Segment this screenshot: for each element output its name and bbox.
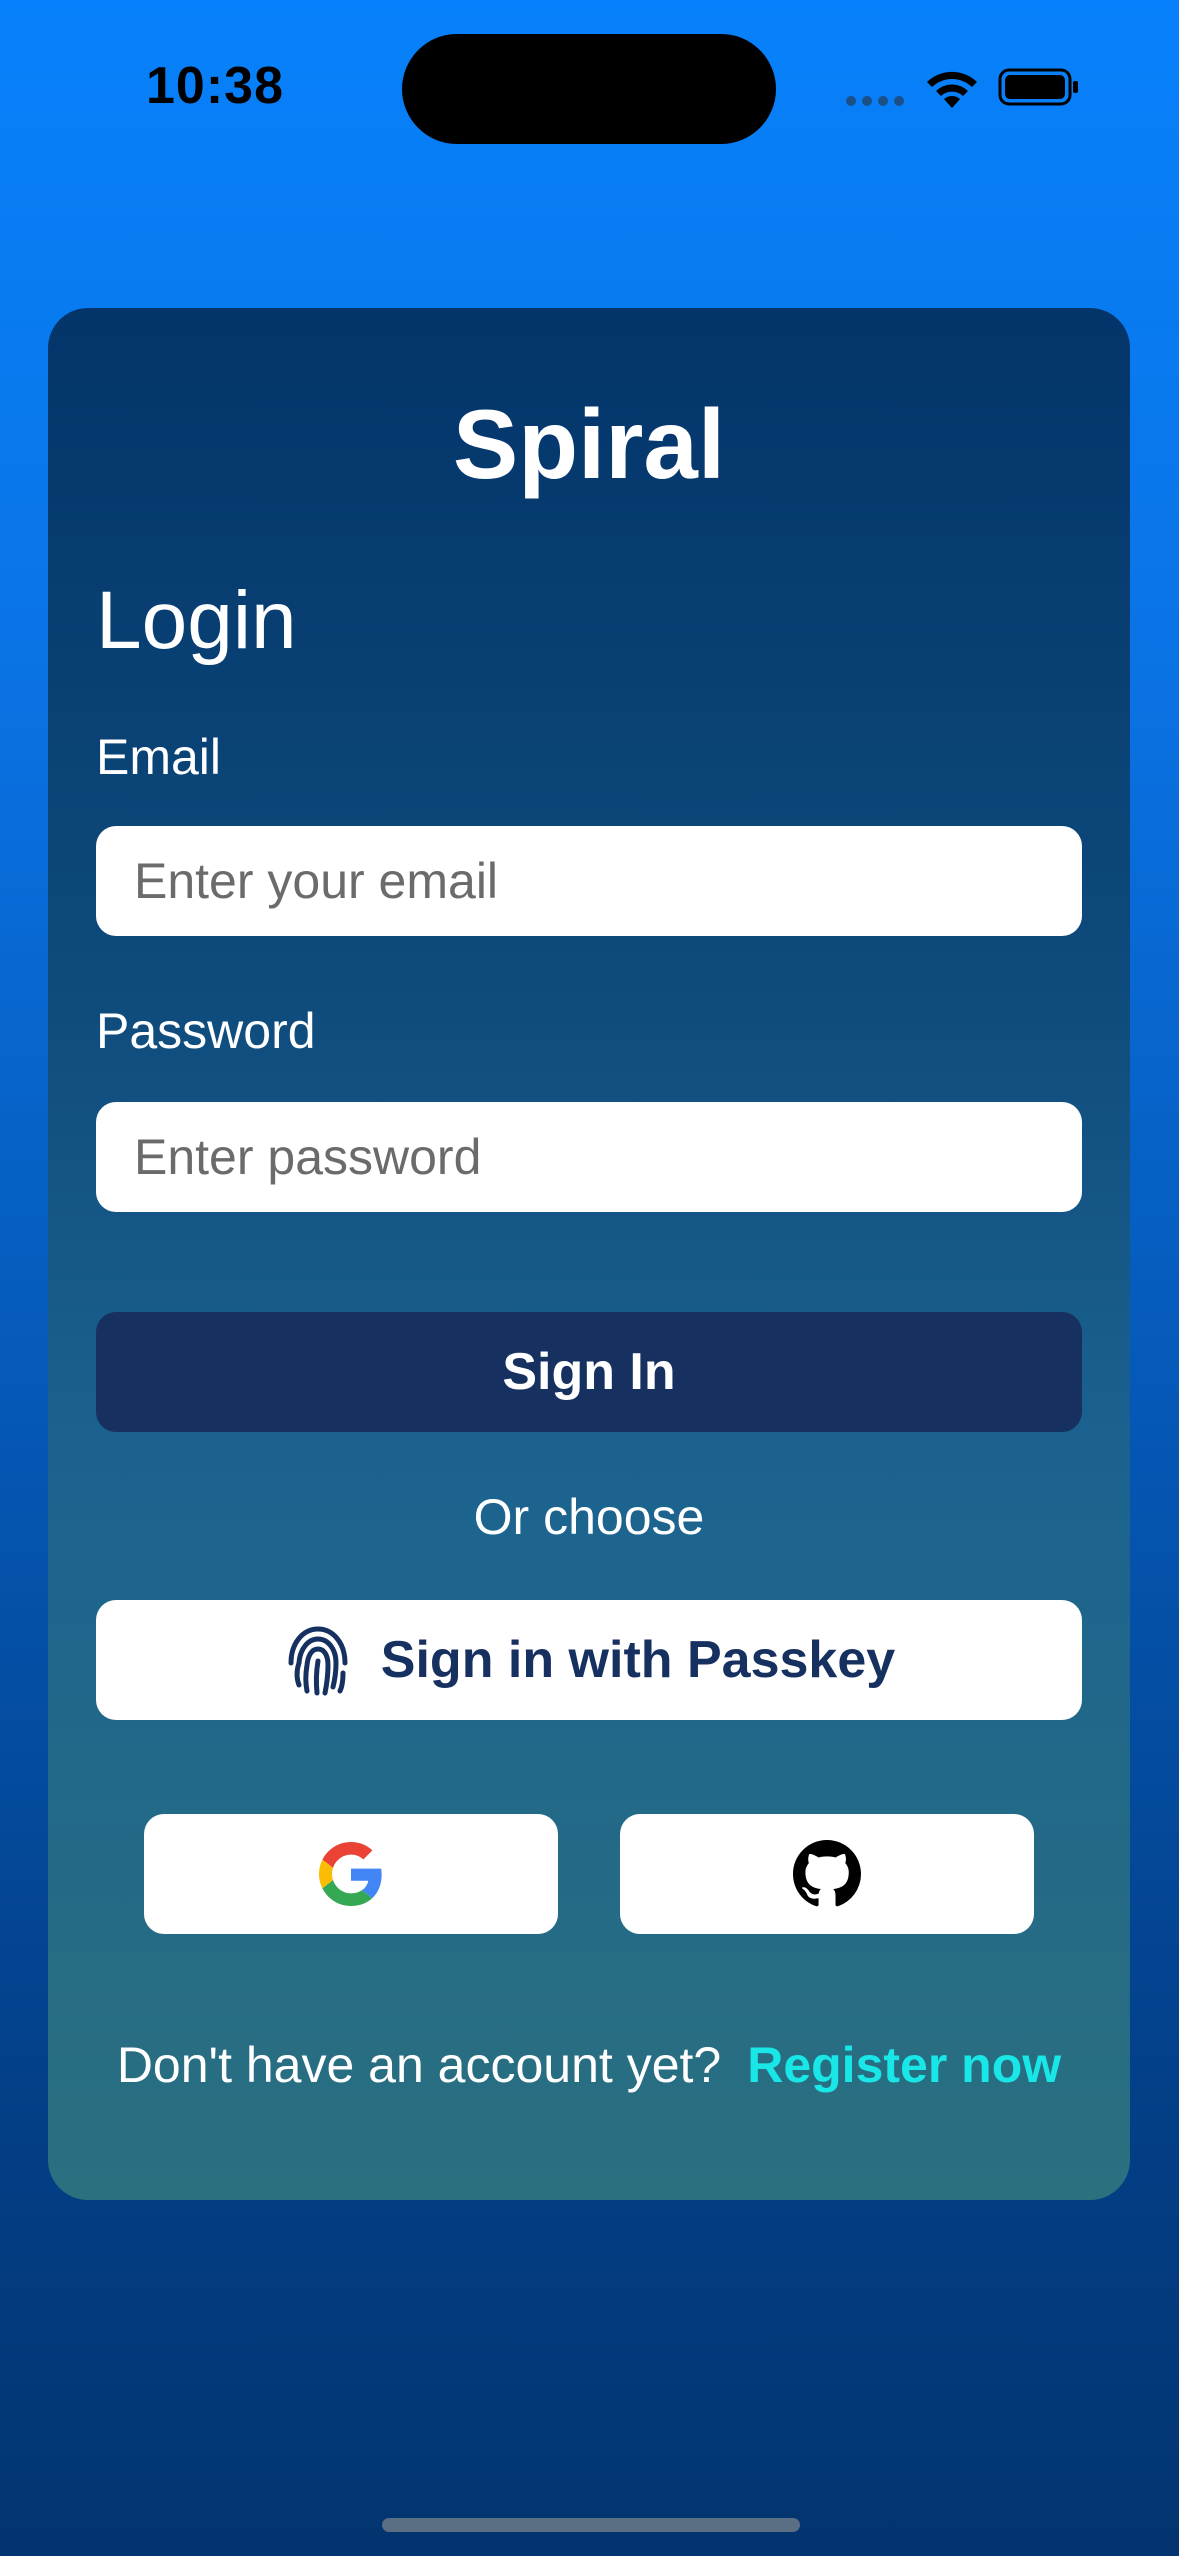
sign-in-label: Sign In: [502, 1343, 676, 1401]
passkey-label: Sign in with Passkey: [380, 1631, 896, 1689]
email-label: Email: [96, 729, 222, 785]
cellular-dots-icon: [846, 96, 904, 106]
fingerprint-icon: [288, 1626, 348, 1696]
google-sign-in-button[interactable]: [144, 1814, 558, 1934]
register-prompt-row: Don't have an account yet? Register now: [48, 2036, 1130, 2094]
email-field-container: [96, 826, 1082, 936]
register-prompt: Don't have an account yet?: [116, 2037, 722, 2093]
status-time: 10:38: [146, 57, 284, 115]
password-field-container: [96, 1102, 1082, 1212]
app-title: Spiral: [452, 389, 726, 499]
email-field[interactable]: [132, 851, 1082, 911]
status-bar: 10:38: [0, 0, 1179, 180]
login-heading: Login: [96, 575, 297, 666]
register-now-link[interactable]: Register now: [747, 2036, 1061, 2094]
sign-in-button[interactable]: Sign In: [96, 1312, 1082, 1432]
github-icon: [793, 1840, 861, 1907]
dynamic-island: [402, 34, 776, 144]
github-sign-in-button[interactable]: [620, 1814, 1034, 1934]
password-label: Password: [96, 1003, 316, 1059]
or-choose-text: Or choose: [473, 1489, 705, 1545]
google-icon: [319, 1842, 382, 1906]
home-indicator[interactable]: [382, 2518, 800, 2532]
wifi-icon: [927, 71, 977, 108]
passkey-button[interactable]: Sign in with Passkey: [96, 1600, 1082, 1720]
battery-icon: [998, 68, 1078, 106]
login-card: Spiral Login Email Password Sign In Or c…: [48, 308, 1130, 2200]
password-field[interactable]: [132, 1127, 1082, 1187]
